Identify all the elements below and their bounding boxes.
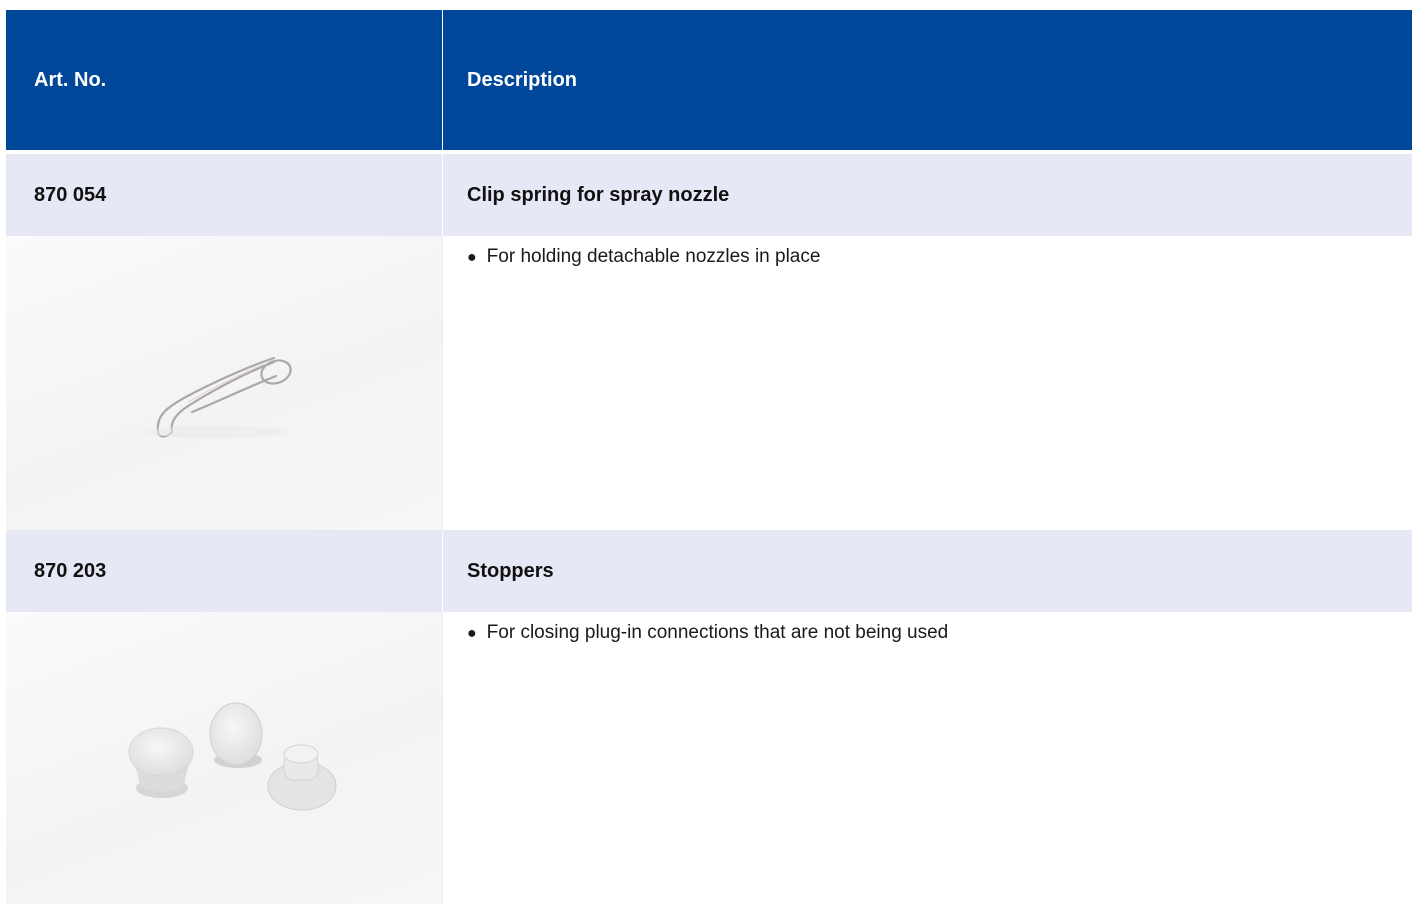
- stoppers-icon: [128, 702, 337, 811]
- header-art-no: Art. No.: [34, 68, 107, 91]
- table-row: 870 203 Stoppers: [6, 530, 1412, 612]
- bullet-icon: ●: [467, 625, 477, 642]
- bullet-text: For holding detachable nozzles in place: [486, 246, 821, 267]
- product-image: [6, 612, 442, 904]
- table-row-detail: ● For closing plug-in connections that a…: [6, 612, 1412, 904]
- list-item: ● For closing plug-in connections that a…: [467, 622, 1412, 644]
- item-description: ● For closing plug-in connections that a…: [442, 612, 1412, 904]
- header-description: Description: [442, 10, 1412, 150]
- item-title: Clip spring for spray nozzle: [442, 154, 1412, 236]
- list-item: ● For holding detachable nozzles in plac…: [467, 246, 1412, 268]
- table-row-detail: ● For holding detachable nozzles in plac…: [6, 236, 1412, 530]
- table-header: Art. No. Description: [6, 10, 1412, 150]
- art-no: 870 203: [34, 559, 107, 582]
- clip-spring-icon: [146, 356, 292, 438]
- product-image: [6, 236, 442, 530]
- table-row: 870 054 Clip spring for spray nozzle: [6, 154, 1412, 236]
- bullet-text: For closing plug-in connections that are…: [486, 622, 949, 643]
- bullet-icon: ●: [467, 249, 477, 266]
- art-no: 870 054: [34, 183, 107, 206]
- accessories-table: Art. No. Description 870 054 Clip spring…: [6, 10, 1412, 904]
- item-description: ● For holding detachable nozzles in plac…: [442, 236, 1412, 530]
- item-title: Stoppers: [442, 530, 1412, 612]
